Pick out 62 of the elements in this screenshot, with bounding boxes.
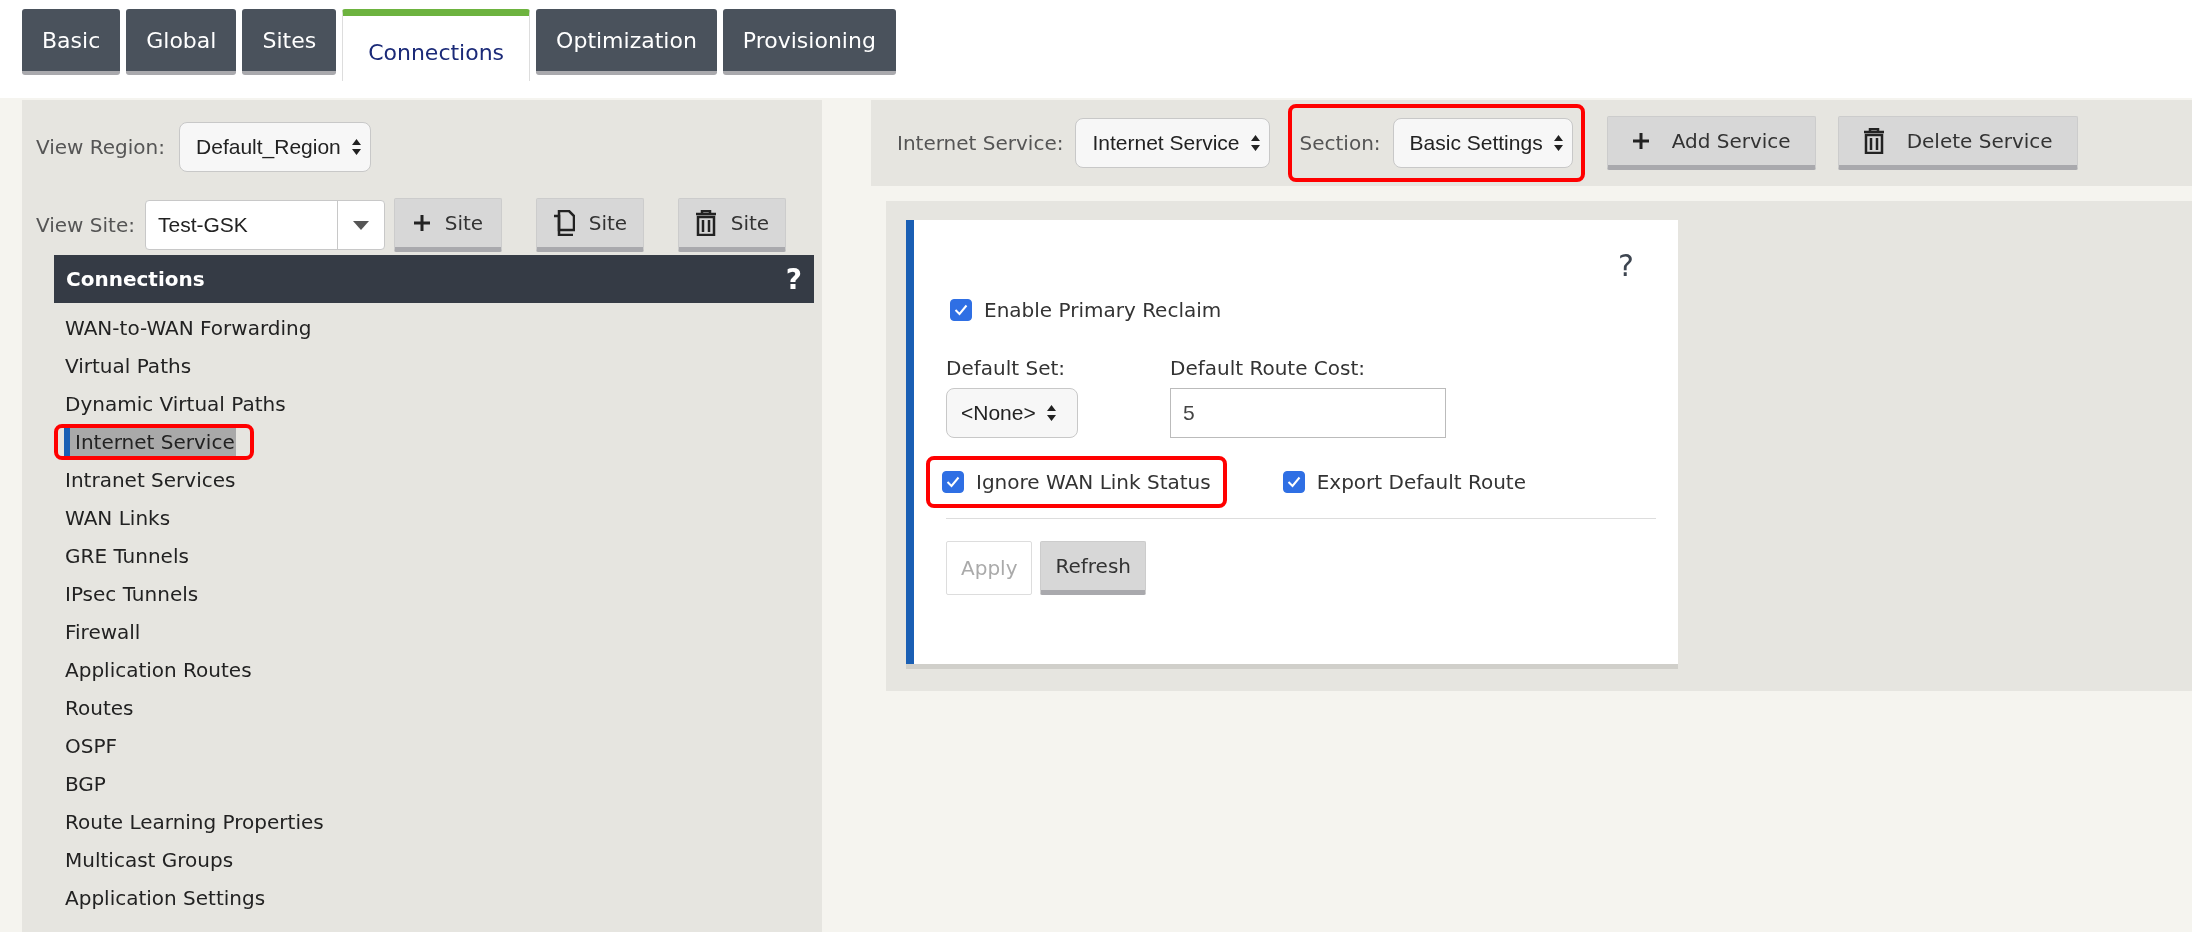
sidebar-item[interactable]: BGP — [64, 770, 107, 798]
refresh-button[interactable]: Refresh — [1040, 541, 1146, 595]
tab[interactable]: Connections — [342, 9, 531, 81]
section-title: Connections — [66, 267, 205, 291]
check-icon — [1286, 476, 1301, 488]
field-label: Section: — [1299, 131, 1381, 155]
checkbox-label: Ignore WAN Link Status — [976, 470, 1211, 494]
help-icon[interactable]: ? — [1618, 248, 1634, 290]
toolbar-button[interactable]: Site — [677, 198, 786, 252]
section-select[interactable]: Basic Settings — [1392, 118, 1573, 168]
tab[interactable]: Global — [126, 9, 237, 75]
sidebar-item[interactable]: Dynamic Virtual Paths — [64, 390, 287, 418]
sidebar-item[interactable]: OSPF — [64, 732, 118, 760]
sort-arrows-icon — [1249, 134, 1261, 152]
field-label: Default Route Cost: — [1170, 356, 1367, 380]
plus-icon — [1631, 132, 1650, 150]
checkbox[interactable] — [1282, 471, 1305, 493]
sidebar-item[interactable]: Internet Service — [64, 428, 236, 456]
site-combobox[interactable]: Test-GSK — [144, 200, 385, 250]
toolbar-button[interactable]: Site — [393, 198, 502, 252]
sidebar-item[interactable]: WAN Links — [64, 504, 172, 532]
trash-icon — [694, 210, 717, 236]
tab[interactable]: Optimization — [536, 9, 717, 75]
toolbar-button[interactable]: Delete Service — [1837, 116, 2078, 170]
sort-arrows-icon — [350, 138, 362, 156]
checkbox[interactable] — [950, 299, 972, 321]
check-icon — [954, 304, 968, 316]
checkbox-label: Enable Primary Reclaim — [984, 298, 1222, 322]
toolbar-button[interactable]: Add Service — [1606, 116, 1816, 170]
tab[interactable]: Provisioning — [722, 9, 896, 75]
sidebar-item[interactable]: GRE Tunnels — [64, 542, 190, 570]
sidebar-item[interactable]: Multicast Groups — [64, 846, 235, 874]
default-set-select[interactable]: <None> — [946, 388, 1078, 438]
field-label: Default Set: — [946, 356, 1066, 380]
tab[interactable]: Basic — [22, 9, 121, 75]
sort-arrows-icon — [1045, 404, 1057, 422]
checkbox[interactable] — [942, 471, 964, 493]
sidebar-item[interactable]: IPsec Tunnels — [64, 580, 200, 608]
copy-icon — [552, 210, 575, 236]
field-label: Internet Service: — [897, 131, 1064, 155]
sidebar-item[interactable]: Intranet Services — [64, 466, 237, 494]
service-select[interactable]: Internet Service — [1075, 118, 1270, 168]
sidebar-item[interactable]: Application Routes — [64, 656, 253, 684]
trash-icon — [1862, 128, 1885, 154]
route-cost-input[interactable]: 5 — [1170, 388, 1446, 438]
sidebar-item[interactable]: Route Learning Properties — [64, 808, 325, 836]
sidebar-item[interactable]: Virtual Paths — [64, 352, 193, 380]
sidebar-item[interactable]: Routes — [64, 694, 135, 722]
toolbar-button[interactable]: Site — [535, 198, 644, 252]
sort-arrows-icon — [1552, 134, 1564, 152]
check-icon — [946, 476, 960, 488]
field-label: View Region: — [36, 135, 166, 159]
dropdown-caret-icon — [352, 220, 369, 230]
help-icon[interactable]: ? — [785, 262, 802, 296]
field-label: View Site: — [36, 213, 135, 237]
sidebar-item[interactable]: WAN-to-WAN Forwarding — [64, 314, 313, 342]
checkbox-label: Export Default Route — [1316, 470, 1526, 494]
plus-icon — [412, 214, 431, 232]
region-select[interactable]: Default_Region — [179, 122, 371, 172]
sidebar-item[interactable]: Firewall — [64, 618, 142, 646]
sidebar-item[interactable]: Application Settings — [64, 884, 267, 912]
tab[interactable]: Sites — [242, 9, 337, 75]
